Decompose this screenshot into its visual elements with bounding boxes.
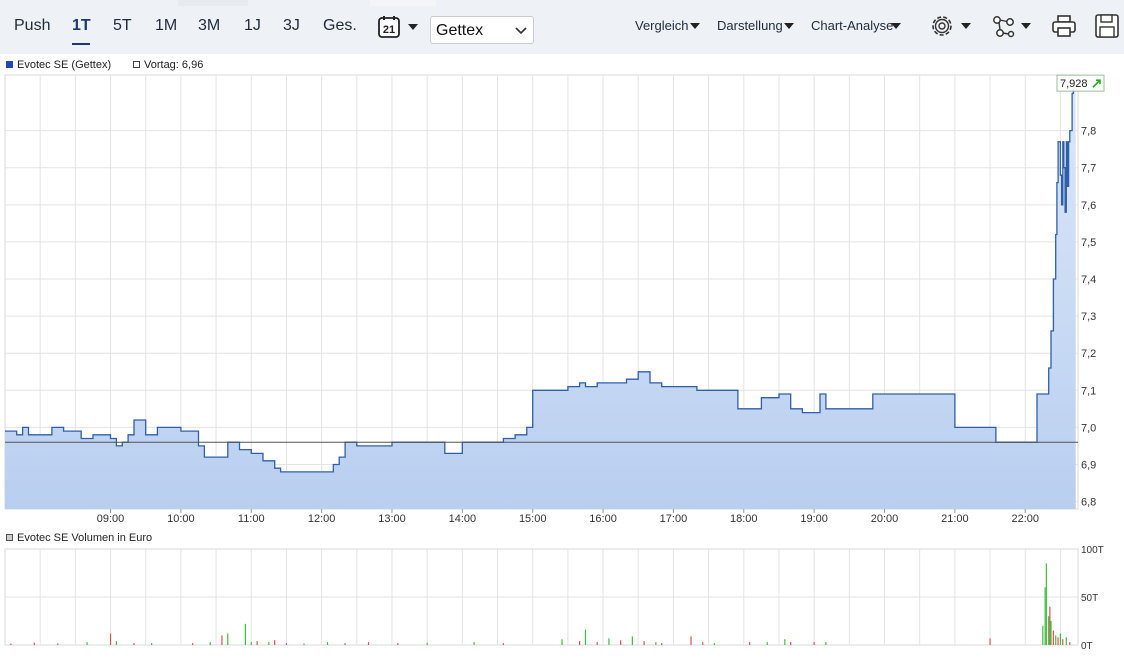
x-tick-label: 18:00 — [730, 513, 758, 525]
y-tick-label: 7,3 — [1081, 311, 1096, 323]
x-tick-label: 22:00 — [1011, 513, 1039, 525]
y-tick-label: 7,1 — [1081, 385, 1096, 397]
x-tick-label: 12:00 — [308, 513, 336, 525]
last-value-badge: 7,928 — [1056, 74, 1105, 92]
x-tick-label: 10:00 — [167, 513, 195, 525]
y-tick-label: 7,5 — [1081, 237, 1096, 249]
x-tick-label: 09:00 — [97, 513, 125, 525]
y-tick-label: 7,6 — [1081, 200, 1096, 212]
x-tick-label: 14:00 — [449, 513, 477, 525]
y-tick-label: 7,2 — [1081, 348, 1096, 360]
y-tick-label: 7,8 — [1081, 126, 1096, 138]
x-tick-label: 16:00 — [589, 513, 617, 525]
y-tick-label: 7,0 — [1081, 422, 1096, 434]
x-tick-label: 11:00 — [238, 513, 265, 525]
y-tick-label: 7,7 — [1081, 163, 1096, 175]
volume-tick-label: 50T — [1081, 593, 1098, 604]
y-tick-label: 6,8 — [1081, 497, 1096, 509]
x-tick-label: 17:00 — [660, 513, 688, 525]
x-tick-label: 19:00 — [800, 513, 828, 525]
x-tick-label: 21:00 — [941, 513, 969, 525]
x-tick-label: 20:00 — [871, 513, 899, 525]
x-tick-label: 13:00 — [378, 513, 406, 525]
y-tick-label: 6,9 — [1081, 459, 1096, 471]
y-tick-label: 7,4 — [1081, 274, 1096, 286]
volume-tick-label: 0T — [1081, 641, 1093, 652]
chart-canvas[interactable]: 6,8 6,9 7,0 7,1 7,2 7,3 7,4 7,5 7,6 7,7 7,8 0T 50T 10… — [0, 0, 1124, 659]
last-value-label: 7,928 — [1060, 78, 1088, 90]
x-tick-label: 15:00 — [519, 513, 547, 525]
volume-tick-label: 100T — [1081, 545, 1104, 556]
